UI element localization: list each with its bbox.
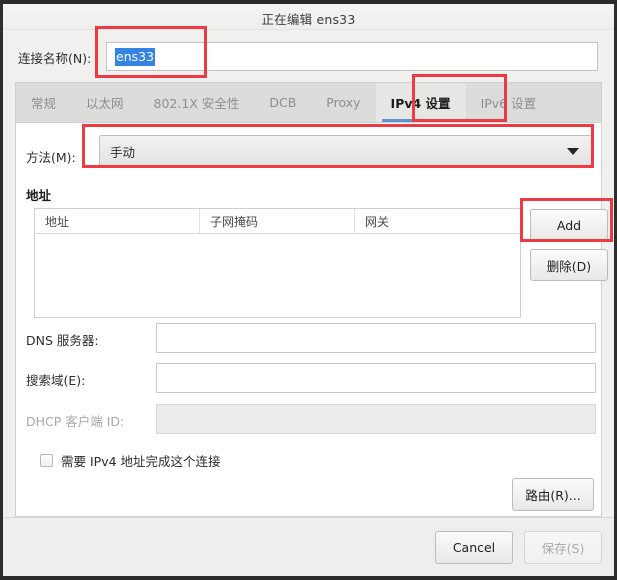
- tab-dcb[interactable]: DCB: [254, 83, 311, 122]
- require-ipv4-checkbox[interactable]: [40, 454, 53, 467]
- dns-servers-row: DNS 服务器:: [16, 323, 603, 353]
- chevron-down-icon: [567, 147, 579, 155]
- tab-proxy[interactable]: Proxy: [311, 83, 375, 122]
- tab-label: IPv6 设置: [480, 96, 537, 111]
- dns-servers-label: DNS 服务器:: [26, 333, 99, 348]
- require-ipv4-checkbox-row[interactable]: 需要 IPv4 地址完成这个连接: [40, 451, 221, 470]
- add-address-button[interactable]: Add: [530, 209, 608, 241]
- method-selected-value: 手动: [110, 144, 136, 160]
- tab-label: Proxy: [326, 95, 361, 110]
- edit-connection-dialog: 正在编辑 ens33 连接名称(N): ens33 常规 以太网 802.1X …: [3, 4, 614, 576]
- dhcp-client-id-input: [156, 404, 596, 434]
- tab-label: DCB: [269, 95, 297, 110]
- tab-label: 常规: [31, 96, 57, 111]
- tab-label: 以太网: [86, 96, 124, 111]
- dialog-action-bar: Cancel 保存(S): [3, 517, 614, 576]
- cancel-button[interactable]: Cancel: [435, 531, 513, 564]
- method-label: 方法(M):: [26, 150, 76, 165]
- dns-servers-input[interactable]: [156, 323, 596, 353]
- dhcp-client-id-row: DHCP 客户端 ID:: [16, 404, 603, 434]
- tab-label: 802.1X 安全性: [153, 96, 240, 111]
- tab-ipv4-settings[interactable]: IPv4 设置: [375, 83, 466, 122]
- connection-name-label: 连接名称(N):: [18, 51, 92, 66]
- method-combobox[interactable]: 手动: [99, 135, 592, 167]
- delete-address-button[interactable]: 删除(D): [530, 249, 608, 281]
- addresses-table-header: 地址 子网掩码 网关: [35, 209, 520, 234]
- connection-name-row: 连接名称(N): ens33: [3, 30, 614, 82]
- window-bottom-edge: [0, 576, 617, 580]
- tab-8021x-security[interactable]: 802.1X 安全性: [139, 83, 255, 122]
- window-title: 正在编辑 ens33: [261, 12, 356, 27]
- search-domains-row: 搜索域(E):: [16, 363, 603, 393]
- connection-name-selected-text: ens33: [115, 47, 156, 66]
- column-header-address: 地址: [35, 209, 200, 233]
- tab-general[interactable]: 常规: [16, 83, 71, 122]
- routes-button[interactable]: 路由(R)...: [512, 478, 594, 511]
- add-address-button-label: Add: [556, 217, 582, 233]
- require-ipv4-checkbox-label: 需要 IPv4 地址完成这个连接: [61, 454, 221, 469]
- tab-label: IPv4 设置: [390, 96, 451, 111]
- column-header-netmask: 子网掩码: [200, 209, 355, 233]
- title-bar: 正在编辑 ens33: [3, 4, 614, 30]
- ipv4-settings-panel: 方法(M): 手动 地址 地址 子网掩码 网关 Add 删除(D) DNS 服务…: [15, 122, 608, 517]
- addresses-section-title: 地址: [26, 188, 52, 203]
- addresses-table[interactable]: 地址 子网掩码 网关: [34, 208, 521, 318]
- dhcp-client-id-label: DHCP 客户端 ID:: [26, 414, 125, 429]
- delete-address-button-label: 删除(D): [546, 258, 592, 274]
- cancel-button-label: Cancel: [452, 540, 496, 555]
- settings-tab-bar: 常规 以太网 802.1X 安全性 DCB Proxy IPv4 设置 IPv6…: [15, 82, 602, 122]
- routes-button-label: 路由(R)...: [525, 488, 581, 503]
- column-header-gateway: 网关: [365, 214, 390, 229]
- connection-name-input[interactable]: ens33: [106, 42, 598, 71]
- screen: 正在编辑 ens33 连接名称(N): ens33 常规 以太网 802.1X …: [0, 0, 617, 580]
- tab-ipv6-settings[interactable]: IPv6 设置: [466, 83, 552, 122]
- save-button[interactable]: 保存(S): [524, 531, 602, 564]
- search-domains-label: 搜索域(E):: [26, 373, 86, 388]
- save-button-label: 保存(S): [541, 541, 585, 556]
- search-domains-input[interactable]: [156, 363, 596, 393]
- tab-ethernet[interactable]: 以太网: [71, 83, 139, 122]
